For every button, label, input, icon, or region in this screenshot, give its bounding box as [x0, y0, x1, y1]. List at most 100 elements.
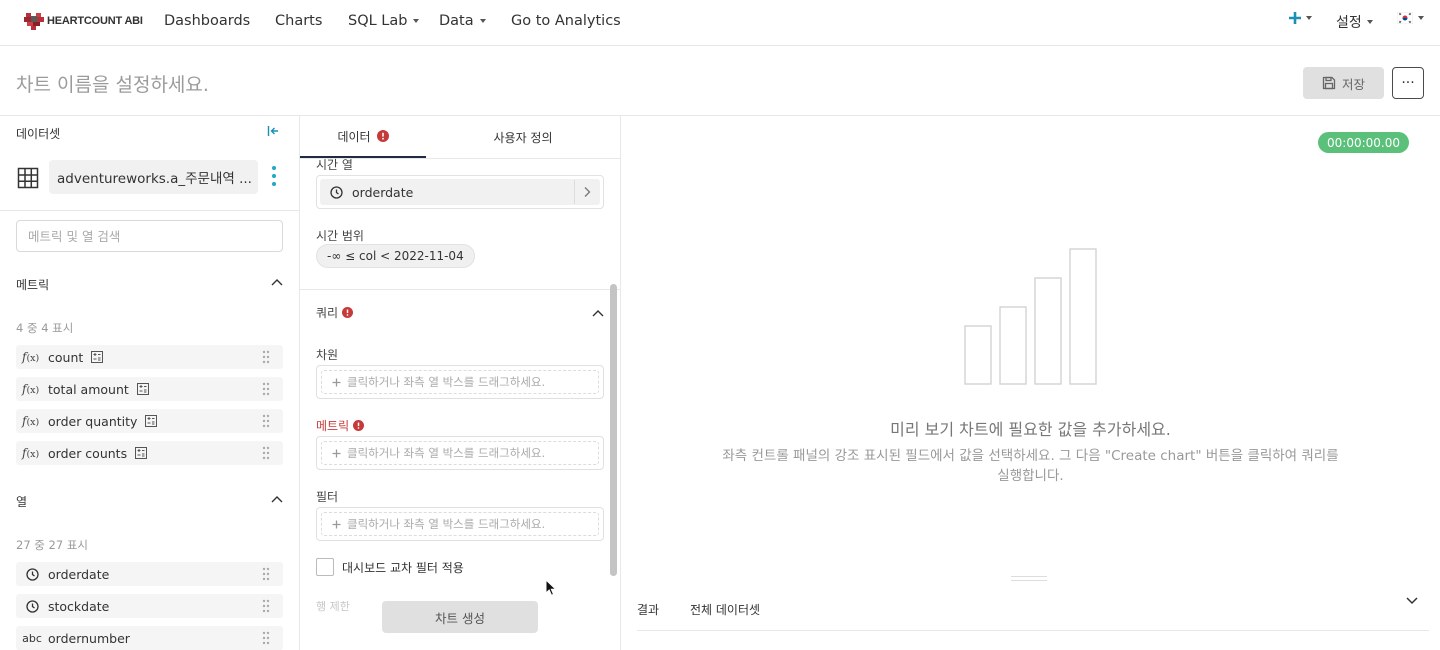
error-alert-icon — [342, 307, 354, 318]
plus-icon — [332, 449, 341, 457]
calculator-icon — [135, 447, 148, 459]
error-alert-icon — [353, 420, 365, 431]
time-column-label: 시간 열 — [316, 158, 353, 172]
nav-sql-lab[interactable]: SQL Lab — [348, 13, 420, 29]
chart-title-bar: 차트 이름을 설정하세요. 저장 ··· — [0, 46, 1440, 116]
query-section-header[interactable]: 쿼리 — [316, 304, 354, 321]
divider — [0, 210, 300, 211]
query-label: 쿼리 — [316, 306, 339, 320]
nav-charts-label: Charts — [275, 13, 323, 29]
chevron-up-icon[interactable] — [591, 308, 605, 318]
plus-icon — [332, 378, 341, 386]
dataset-name[interactable]: adventureworks.a_주문내역 ... — [49, 160, 258, 194]
nav-data[interactable]: Data — [439, 13, 486, 29]
dataset-menu-kebab-icon[interactable] — [272, 166, 276, 186]
preview-empty-subtitle: 좌측 컨트롤 패널의 강조 표시된 필드에서 값을 선택하세요. 그 다음 "C… — [722, 448, 1339, 484]
metric-label: 메트릭 — [316, 419, 350, 433]
columns-heading: 열 — [16, 495, 28, 509]
function-icon: f(x) — [22, 382, 40, 396]
language-menu[interactable] — [1397, 12, 1424, 24]
calculator-icon — [91, 351, 104, 363]
metrics-count: 4 중 4 표시 — [16, 321, 74, 335]
clock-icon — [16, 567, 48, 581]
metric-item-label: count — [48, 349, 84, 365]
columns-count: 27 중 27 표시 — [16, 538, 88, 552]
preview-empty-title: 미리 보기 차트에 필요한 값을 추가하세요. — [890, 420, 1171, 439]
plus-icon — [1289, 12, 1301, 24]
drag-handle-icon[interactable] — [262, 446, 270, 460]
settings-menu[interactable]: 설정 — [1336, 12, 1373, 32]
top-navbar: HEARTCOUNT ABI Dashboards Charts SQL Lab… — [0, 0, 1440, 46]
drag-handle-icon[interactable] — [262, 350, 270, 364]
metrics-heading: 메트릭 — [16, 278, 50, 292]
column-item-label: stockdate — [48, 598, 110, 614]
metric-item-label: total amount — [48, 381, 129, 397]
error-alert-icon — [376, 130, 389, 142]
divider — [637, 630, 1429, 631]
metric-item-label: order counts — [48, 445, 128, 461]
dimension-dropzone[interactable]: 클릭하거나 좌측 열 박스를 드래그하세요. — [316, 365, 604, 399]
dataset-panel: 데이터셋 adventureworks.a_주문내역 ... 메트릭 4 중 4… — [0, 116, 300, 650]
divider — [300, 289, 620, 290]
metric-item[interactable]: f(x) count — [16, 345, 283, 369]
chevron-up-icon[interactable] — [270, 277, 284, 287]
chevron-up-icon[interactable] — [270, 494, 284, 504]
chart-preview-panel: 00:00:00.00 미리 보기 차트에 필요한 값을 추가하세요. 좌측 컨… — [621, 116, 1440, 650]
save-button[interactable]: 저장 — [1303, 67, 1384, 99]
row-limit-label: 행 제한 — [316, 600, 350, 613]
cross-filter-checkbox[interactable] — [316, 558, 334, 576]
chart-config-panel: 데이터 사용자 정의 시간 열 orderdate 시간 범위 -∞ ≤ col… — [300, 116, 621, 650]
metric-item[interactable]: f(x) order quantity — [16, 409, 283, 433]
more-options-button[interactable]: ··· — [1392, 67, 1424, 99]
time-range-pill[interactable]: -∞ ≤ col < 2022-11-04 — [316, 244, 475, 268]
nav-dashboards[interactable]: Dashboards — [164, 13, 250, 29]
nav-go-to-analytics[interactable]: Go to Analytics — [511, 13, 621, 29]
chart-name-input[interactable]: 차트 이름을 설정하세요. — [16, 70, 209, 97]
drag-handle-icon[interactable] — [262, 631, 270, 645]
tab-customize[interactable]: 사용자 정의 — [426, 116, 620, 158]
chevron-right-icon[interactable] — [574, 180, 599, 204]
tab-data[interactable]: 데이터 — [300, 116, 426, 158]
nav-charts[interactable]: Charts — [275, 13, 322, 29]
metric-item-label: order quantity — [48, 413, 138, 429]
metric-dropzone[interactable]: 클릭하거나 좌측 열 박스를 드래그하세요. — [316, 436, 604, 470]
collapse-panel-icon[interactable] — [266, 124, 280, 138]
column-item-label: orderdate — [48, 566, 110, 582]
drag-handle-icon[interactable] — [262, 382, 270, 396]
column-item-label: ordernumber — [48, 630, 130, 646]
save-button-label: 저장 — [1341, 76, 1365, 92]
dimension-label: 차원 — [316, 348, 339, 362]
filter-dropzone[interactable]: 클릭하거나 좌측 열 박스를 드래그하세요. — [316, 507, 604, 541]
cross-filter-label: 대시보드 교차 필터 적용 — [342, 561, 464, 575]
query-timer-badge: 00:00:00.00 — [1318, 132, 1409, 153]
caret-down-icon — [1366, 20, 1373, 24]
tab-results[interactable]: 결과 — [637, 601, 659, 618]
tab-customize-label: 사용자 정의 — [493, 130, 553, 145]
create-chart-button[interactable]: 차트 생성 — [382, 601, 538, 633]
function-icon: f(x) — [22, 446, 40, 460]
logo[interactable]: HEARTCOUNT ABI — [24, 12, 143, 30]
tab-full-dataset[interactable]: 전체 데이터셋 — [690, 601, 760, 618]
chevron-down-icon[interactable] — [1405, 596, 1419, 606]
metric-column-search-input[interactable] — [16, 220, 283, 252]
dropzone-placeholder: 클릭하거나 좌측 열 박스를 드래그하세요. — [347, 517, 546, 531]
column-item[interactable]: orderdate — [16, 562, 283, 586]
column-item[interactable]: stockdate — [16, 594, 283, 618]
time-column-value: orderdate — [352, 184, 414, 200]
drag-handle-icon[interactable] — [262, 414, 270, 428]
table-grid-icon — [17, 167, 39, 189]
metric-item[interactable]: f(x) total amount — [16, 377, 283, 401]
resize-handle[interactable] — [1011, 576, 1047, 581]
add-new-menu[interactable] — [1289, 12, 1312, 24]
metric-item[interactable]: f(x) order counts — [16, 441, 283, 465]
drag-handle-icon[interactable] — [262, 599, 270, 613]
floppy-disk-icon — [1322, 76, 1336, 90]
dropzone-placeholder: 클릭하거나 좌측 열 박스를 드래그하세요. — [347, 375, 546, 389]
drag-handle-icon[interactable] — [262, 567, 270, 581]
bar-chart-placeholder-icon — [964, 248, 1097, 385]
scrollbar-thumb[interactable] — [610, 284, 617, 576]
column-item[interactable]: abc ordernumber — [16, 626, 283, 650]
metric-section-header: 메트릭 — [316, 417, 365, 434]
time-column-select[interactable]: orderdate — [316, 175, 604, 209]
clock-icon — [16, 599, 48, 613]
